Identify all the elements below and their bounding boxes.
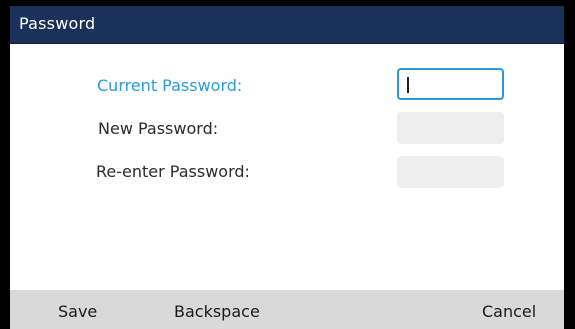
phone-screen: Password Current Password: New Password:… bbox=[0, 0, 575, 329]
new-password-input[interactable] bbox=[397, 112, 504, 144]
title-bar: Password bbox=[10, 6, 564, 44]
current-password-label: Current Password: bbox=[97, 76, 243, 95]
reenter-password-input[interactable] bbox=[397, 156, 504, 188]
reenter-password-label: Re-enter Password: bbox=[96, 162, 250, 181]
softkey-bar: Save Backspace Cancel bbox=[10, 290, 564, 329]
screen-title: Password bbox=[19, 14, 96, 33]
cancel-softkey[interactable]: Cancel bbox=[482, 302, 536, 321]
backspace-softkey[interactable]: Backspace bbox=[174, 302, 260, 321]
save-softkey[interactable]: Save bbox=[58, 302, 97, 321]
password-form: Current Password: New Password: Re-enter… bbox=[10, 44, 564, 290]
current-password-input[interactable] bbox=[397, 68, 504, 100]
new-password-label: New Password: bbox=[98, 119, 219, 138]
text-cursor bbox=[407, 77, 409, 93]
